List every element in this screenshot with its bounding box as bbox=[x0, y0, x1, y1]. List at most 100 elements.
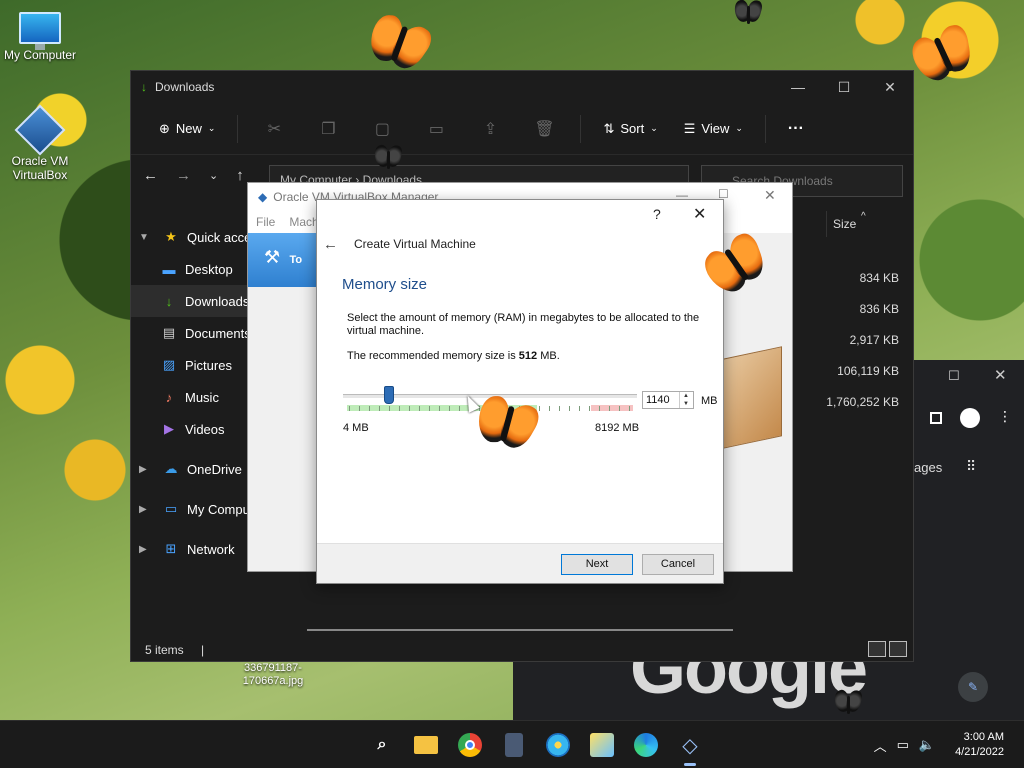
calculator-icon[interactable] bbox=[492, 721, 536, 768]
images-link[interactable]: ages bbox=[914, 460, 942, 475]
menu-file[interactable]: File bbox=[256, 215, 275, 229]
sort-button[interactable]: ⇅ Sort ⌄ bbox=[593, 113, 667, 145]
edge-icon[interactable] bbox=[624, 721, 668, 768]
rename-icon[interactable]: ▭ bbox=[412, 119, 460, 139]
cut-icon[interactable]: ✂ bbox=[250, 119, 298, 139]
chevron-down-icon: ⌄ bbox=[207, 123, 216, 133]
view-button[interactable]: ☰ View ⌄ bbox=[674, 113, 753, 145]
desktop-icon-label: My Computer bbox=[3, 48, 77, 62]
chevron-right-icon: ▶ bbox=[139, 543, 147, 555]
clock[interactable]: 3:00 AM 4/21/2022 bbox=[955, 730, 1004, 760]
sort-icon: ⇅ bbox=[603, 120, 615, 136]
forward-arrow-icon[interactable]: → bbox=[176, 167, 191, 184]
dialog-header: ← Create Virtual Machine bbox=[317, 230, 723, 258]
divider bbox=[764, 114, 766, 143]
chevron-down-icon: ⌄ bbox=[650, 123, 658, 133]
new-button[interactable]: ⊕ New ⌄ bbox=[149, 113, 225, 145]
butterfly-decoration bbox=[372, 143, 435, 195]
spin-down-icon[interactable]: ▼ bbox=[680, 400, 692, 408]
pictures-icon: ▨ bbox=[162, 357, 176, 372]
dialog-titlebar: ? ✕ bbox=[317, 200, 723, 230]
windows-start-icon[interactable] bbox=[316, 721, 360, 768]
desktop-icon-virtualbox[interactable]: Oracle VM VirtualBox bbox=[0, 104, 80, 182]
divider bbox=[237, 114, 239, 143]
close-icon[interactable]: ✕ bbox=[994, 366, 1007, 384]
system-tray: ︿ ▭ 🔈 3:00 AM 4/21/2022 bbox=[874, 721, 1004, 768]
slider-thumb[interactable] bbox=[384, 386, 394, 404]
create-vm-dialog[interactable]: ? ✕ ← Create Virtual Machine Memory size… bbox=[316, 199, 724, 584]
column-label: Size bbox=[833, 217, 857, 231]
spinbox-arrows[interactable]: ▲ ▼ bbox=[679, 392, 692, 408]
details-view-icon[interactable] bbox=[868, 641, 886, 657]
chrome-icon[interactable] bbox=[448, 721, 492, 768]
download-icon: ↓ bbox=[141, 80, 147, 94]
close-icon[interactable]: ✕ bbox=[764, 187, 776, 204]
nav-label: Music bbox=[185, 389, 219, 405]
cloud-icon: ☁ bbox=[164, 461, 178, 476]
close-icon[interactable]: ✕ bbox=[867, 71, 913, 103]
view-label: View bbox=[701, 121, 730, 136]
dialog-title: Create Virtual Machine bbox=[354, 237, 476, 251]
search-icon[interactable]: ⌕ bbox=[360, 721, 404, 768]
paint-icon[interactable] bbox=[536, 721, 580, 768]
sort-ascending-icon: ^ bbox=[861, 211, 866, 222]
file-size: 836 KB bbox=[859, 302, 899, 316]
tools-item[interactable]: ⚒ To bbox=[248, 233, 318, 287]
share-icon[interactable]: ⇪ bbox=[466, 119, 514, 139]
tools-icon: ⚒ bbox=[264, 247, 281, 267]
back-arrow-icon[interactable]: ← bbox=[323, 236, 338, 253]
toolbox-illustration bbox=[718, 346, 782, 450]
up-arrow-icon[interactable]: ↑ bbox=[236, 167, 244, 184]
time: 3:00 AM bbox=[963, 731, 1004, 743]
network-icon: ⊞ bbox=[165, 541, 177, 556]
tools-label: To bbox=[289, 254, 303, 266]
volume-icon[interactable]: 🔈 bbox=[919, 737, 935, 753]
network-icon[interactable]: ▭ bbox=[897, 737, 909, 753]
edit-pencil-icon[interactable]: ✎ bbox=[958, 672, 988, 702]
minimize-icon[interactable]: — bbox=[775, 71, 821, 103]
unit-label: MB bbox=[701, 395, 718, 407]
more-options-button[interactable]: ··· bbox=[778, 113, 814, 145]
window-controls: — ☐ ✕ bbox=[775, 71, 913, 103]
monitor-icon bbox=[19, 12, 61, 50]
virtualbox-icon: ◆ bbox=[258, 190, 268, 204]
menu-dots-icon[interactable]: ⋮ bbox=[998, 408, 1012, 425]
star-icon: ★ bbox=[165, 229, 177, 244]
file-explorer-icon[interactable] bbox=[404, 721, 448, 768]
horizontal-scrollbar[interactable] bbox=[307, 629, 733, 631]
profile-icon[interactable] bbox=[960, 408, 980, 428]
cancel-button[interactable]: Cancel bbox=[642, 554, 714, 575]
help-button[interactable]: ? bbox=[653, 206, 661, 222]
paste-icon[interactable]: ▢ bbox=[358, 119, 406, 139]
side-panel-icon[interactable] bbox=[930, 412, 942, 424]
music-icon: ♪ bbox=[165, 389, 173, 405]
desktop-icon-my-computer[interactable]: My Computer bbox=[0, 12, 80, 62]
chrome-window[interactable]: ☐ ✕ ⋮ ages ⠿ ✎ bbox=[914, 360, 1024, 720]
computer-icon: ▭ bbox=[164, 501, 178, 516]
file-size: 1,760,252 KB bbox=[826, 395, 899, 409]
desktop-file-label[interactable]: 336791187-170667a.jpg bbox=[225, 662, 321, 688]
recent-chevron-icon[interactable]: ⌄ bbox=[209, 169, 218, 182]
delete-icon[interactable]: 🗑 bbox=[520, 119, 568, 139]
chevron-down-icon: ⌄ bbox=[735, 123, 743, 133]
maximize-icon[interactable]: ☐ bbox=[821, 71, 867, 103]
spin-up-icon[interactable]: ▲ bbox=[680, 392, 692, 400]
column-header-size[interactable]: Size ^ bbox=[826, 211, 914, 237]
tiles-view-icon[interactable] bbox=[889, 641, 907, 657]
next-button[interactable]: Next bbox=[561, 554, 633, 575]
videos-icon: ▶ bbox=[164, 421, 174, 436]
chevron-down-icon: ▼ bbox=[139, 231, 149, 243]
divider: | bbox=[201, 643, 205, 657]
nav-label: Downloads bbox=[185, 293, 250, 309]
virtualbox-icon[interactable]: ◇ bbox=[668, 721, 712, 768]
copy-icon[interactable]: ❐ bbox=[304, 119, 352, 139]
status-bar: 5 items | bbox=[145, 643, 204, 657]
apps-grid-icon[interactable]: ⠿ bbox=[966, 458, 976, 475]
close-button[interactable]: ✕ bbox=[693, 204, 706, 224]
chevron-right-icon: ▶ bbox=[139, 503, 147, 515]
maximize-icon[interactable]: ☐ bbox=[948, 368, 960, 384]
chevron-up-icon[interactable]: ︿ bbox=[874, 736, 887, 755]
photos-icon[interactable] bbox=[580, 721, 624, 768]
back-arrow-icon[interactable]: ← bbox=[143, 167, 158, 184]
size-column: 834 KB 836 KB 2,917 KB 106,119 KB 1,760,… bbox=[826, 271, 899, 426]
